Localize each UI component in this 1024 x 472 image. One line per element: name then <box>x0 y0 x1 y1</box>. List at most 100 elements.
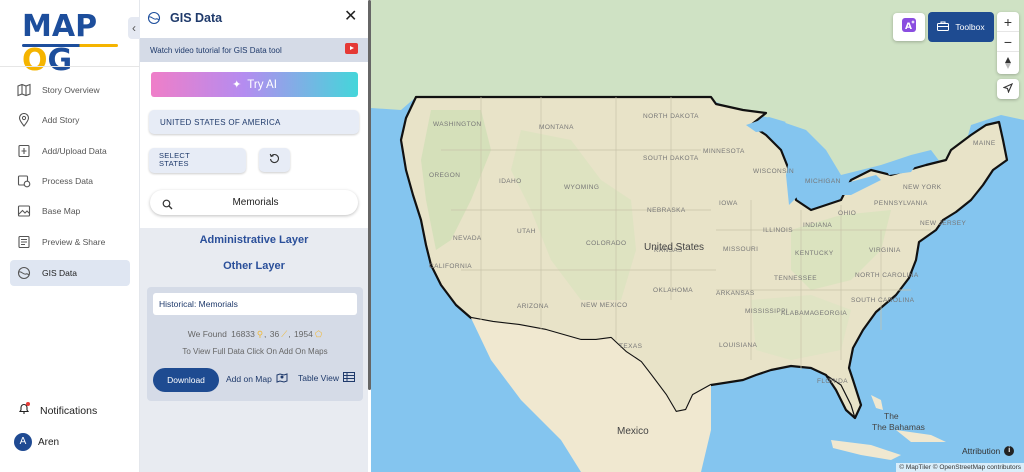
map-label-state: ARIZONA <box>517 303 549 310</box>
country-select[interactable]: UNITED STATES OF AMERICA <box>149 110 359 134</box>
map-label-state: NEW MEXICO <box>581 302 628 309</box>
panel-header: GIS Data ✕ <box>140 0 370 36</box>
table-view-label: Table View <box>298 373 339 383</box>
layers-section: Administrative Layer Other Layer Histori… <box>140 228 368 472</box>
map-copyright: © MapTiler © OpenStreetMap contributors <box>896 463 1024 472</box>
user-name: Aren <box>38 436 60 448</box>
process-icon <box>16 173 32 189</box>
compass-button[interactable] <box>997 52 1019 72</box>
point-count: 16833 <box>231 329 255 339</box>
zoom-out-button[interactable]: − <box>997 32 1019 52</box>
close-icon[interactable]: ✕ <box>344 8 358 26</box>
map-label-state: OHIO <box>838 210 857 217</box>
nav-label: GIS Data <box>42 268 77 278</box>
map-label-state: WISCONSIN <box>753 168 795 175</box>
search-box[interactable] <box>150 190 358 215</box>
user-profile[interactable]: A Aren <box>14 433 59 451</box>
nav-item-add-story[interactable]: Add Story <box>10 107 130 133</box>
avatar: A <box>14 433 32 451</box>
attribution-toggle[interactable]: Attribution i <box>962 446 1015 456</box>
map-label-state: MISSOURI <box>723 246 759 253</box>
attribution-label: Attribution <box>962 446 1001 456</box>
search-input[interactable] <box>173 197 338 208</box>
download-button[interactable]: Download <box>153 368 219 392</box>
zoom-in-button[interactable]: + <box>997 12 1019 32</box>
try-ai-label: Try AI <box>247 78 277 91</box>
map-label-state: MONTANA <box>539 124 574 131</box>
reset-button[interactable] <box>259 148 290 172</box>
select-states-label: SELECT STATES <box>159 151 190 168</box>
polygon-icon: ⬠ <box>314 329 323 339</box>
location-pin-icon <box>16 112 32 128</box>
notifications-button[interactable]: Notifications <box>18 402 97 420</box>
upload-icon <box>16 143 32 159</box>
youtube-icon[interactable] <box>345 43 358 54</box>
mapog-logo[interactable]: MAPOG <box>22 9 118 78</box>
notifications-label: Notifications <box>40 405 98 417</box>
map-label-state: NORTH CAROLINA <box>855 272 919 279</box>
try-ai-button[interactable]: ✦ Try AI <box>151 72 358 97</box>
nav-item-preview-share[interactable]: Preview & Share <box>10 229 130 255</box>
nav-item-add-upload-data[interactable]: Add/Upload Data <box>10 138 130 164</box>
toolbox-icon <box>937 21 950 33</box>
left-sidebar: MAPOG ‹ Story Overview Add Story Add/Upl… <box>0 0 140 472</box>
map-label-state: NEVADA <box>453 235 482 242</box>
navigation-arrow-icon <box>1002 80 1014 98</box>
map-label-state: CALIFORNIA <box>429 263 473 270</box>
panel-title: GIS Data <box>170 11 223 25</box>
line-count: 36 <box>269 329 280 339</box>
table-icon <box>342 372 355 384</box>
compass-icon <box>1004 54 1012 70</box>
map-label-state: WASHINGTON <box>433 121 482 128</box>
result-card: Historical: Memorials We Found 16833 ⚲, 3… <box>147 287 363 401</box>
toolbox-button[interactable]: Toolbox <box>928 12 994 42</box>
country-label: UNITED STATES OF AMERICA <box>160 117 281 127</box>
map-label-state: MICHIGAN <box>805 178 841 185</box>
map-label-state: PENNSYLVANIA <box>874 200 928 207</box>
nav-item-gis-data[interactable]: GIS Data <box>10 260 130 286</box>
line-icon: ⟋ <box>281 329 288 339</box>
point-icon: ⚲ <box>256 329 264 339</box>
polygon-count: 1954 <box>293 329 313 339</box>
globe-icon <box>147 11 161 25</box>
nav-item-process-data[interactable]: Process Data <box>10 168 130 194</box>
list-icon <box>16 234 32 250</box>
found-summary: We Found 16833 ⚲, 36 ⟋, 1954 ⬠ <box>187 329 323 339</box>
map-label-state: NEW YORK <box>903 184 942 191</box>
sparkle-icon: ✦ <box>232 79 242 91</box>
toolbox-label: Toolbox <box>955 22 985 32</box>
video-tutorial-banner[interactable]: Watch video tutorial for GIS Data tool <box>140 38 368 62</box>
other-layer-heading[interactable]: Other Layer <box>140 260 368 272</box>
add-on-map-label: Add on Map <box>226 373 272 384</box>
map-label-the: The <box>884 411 899 421</box>
map-label-state: MAINE <box>973 140 996 147</box>
map-label-state: WYOMING <box>564 184 600 191</box>
map-view[interactable]: WASHINGTON MONTANA NORTH DAKOTA SOUTH DA… <box>371 0 1024 472</box>
nav-label: Process Data <box>42 176 94 186</box>
divider <box>0 66 140 67</box>
select-states-button[interactable]: SELECT STATES <box>149 148 246 173</box>
ai-assistant-button[interactable]: A <box>893 13 925 41</box>
administrative-layer-heading[interactable]: Administrative Layer <box>140 234 368 246</box>
tutorial-text: Watch video tutorial for GIS Data tool <box>150 45 282 55</box>
nav-label: Add Story <box>42 115 80 125</box>
nav-item-base-map[interactable]: Base Map <box>10 198 130 224</box>
map-label-state: SOUTH CAROLINA <box>851 297 915 304</box>
nav-item-story-overview[interactable]: Story Overview <box>10 77 130 103</box>
map-label-state: GEORGIA <box>814 310 848 317</box>
map-label-state: ILLINOIS <box>763 227 793 234</box>
map-label-state: UTAH <box>517 228 536 235</box>
result-layer-name: Historical: Memorials <box>153 293 357 315</box>
map-label-state: SOUTH DAKOTA <box>643 155 699 162</box>
map-label-state: ARKANSAS <box>716 290 755 297</box>
globe-icon <box>16 265 32 281</box>
info-icon: i <box>1004 446 1015 456</box>
add-on-map-button[interactable]: Add on Map <box>226 372 288 385</box>
locate-button[interactable] <box>997 79 1019 99</box>
logo-text-left: MAP <box>22 9 98 44</box>
notification-badge <box>26 402 30 406</box>
nav-label: Base Map <box>42 206 81 216</box>
table-view-button[interactable]: Table View <box>298 372 355 384</box>
map-label-state: NEW JERSEY <box>920 220 967 227</box>
collapse-sidebar-button[interactable]: ‹ <box>128 17 140 39</box>
